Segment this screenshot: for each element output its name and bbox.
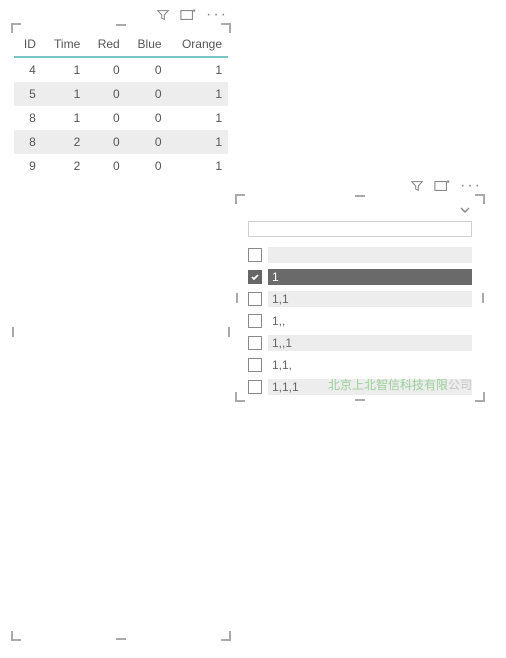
table-row[interactable]: 92001 xyxy=(14,154,228,178)
slicer-label: 1,,1 xyxy=(268,335,472,351)
chevron-down-icon[interactable] xyxy=(458,203,472,217)
focus-mode-icon[interactable] xyxy=(434,179,450,193)
focus-mode-icon[interactable] xyxy=(180,8,196,22)
slicer-search-input[interactable] xyxy=(248,221,472,237)
checkbox[interactable] xyxy=(248,336,262,350)
checkbox[interactable] xyxy=(248,314,262,328)
slicer-item[interactable]: 1,,1 xyxy=(248,333,472,353)
slicer-item[interactable]: 1,1, xyxy=(248,355,472,375)
slicer-header xyxy=(248,203,472,217)
slicer-label xyxy=(268,247,472,263)
slicer-item[interactable]: 1 xyxy=(248,267,472,287)
slicer-visual[interactable]: ··· 1 1,1 xyxy=(238,197,482,399)
checkbox-checked[interactable] xyxy=(248,270,262,284)
checkbox[interactable] xyxy=(248,358,262,372)
watermark: 北京上北智信科技有限公司 xyxy=(328,376,472,393)
checkbox[interactable] xyxy=(248,248,262,262)
col-header[interactable]: Time xyxy=(42,32,86,57)
checkbox[interactable] xyxy=(248,292,262,306)
slicer-label: 1,1 xyxy=(268,291,472,307)
slicer-label: 1,, xyxy=(268,313,472,329)
filter-icon[interactable] xyxy=(156,8,170,22)
col-header[interactable]: Red xyxy=(86,32,125,57)
table-row[interactable]: 81001 xyxy=(14,106,228,130)
col-header[interactable]: Blue xyxy=(126,32,168,57)
table-row[interactable]: 41001 xyxy=(14,57,228,82)
checkbox[interactable] xyxy=(248,380,262,394)
col-header[interactable]: ID xyxy=(14,32,42,57)
table-toolbar: ··· xyxy=(156,8,228,22)
col-header[interactable]: Orange xyxy=(168,32,228,57)
slicer-label: 1,1, xyxy=(268,357,472,373)
filter-icon[interactable] xyxy=(410,179,424,193)
data-table[interactable]: ID Time Red Blue Orange 41001 51001 8100… xyxy=(14,32,228,178)
more-options-icon[interactable]: ··· xyxy=(460,179,482,193)
slicer-item[interactable] xyxy=(248,245,472,265)
table-row[interactable]: 82001 xyxy=(14,130,228,154)
more-options-icon[interactable]: ··· xyxy=(206,8,228,22)
slicer-item[interactable]: 1,, xyxy=(248,311,472,331)
table-row[interactable]: 51001 xyxy=(14,82,228,106)
slicer-label: 1 xyxy=(268,269,472,285)
slicer-toolbar: ··· xyxy=(410,179,482,193)
slicer-item[interactable]: 1,1 xyxy=(248,289,472,309)
table-visual[interactable]: ··· ID Time Red Blue Orange 41001 51001 … xyxy=(14,26,228,638)
